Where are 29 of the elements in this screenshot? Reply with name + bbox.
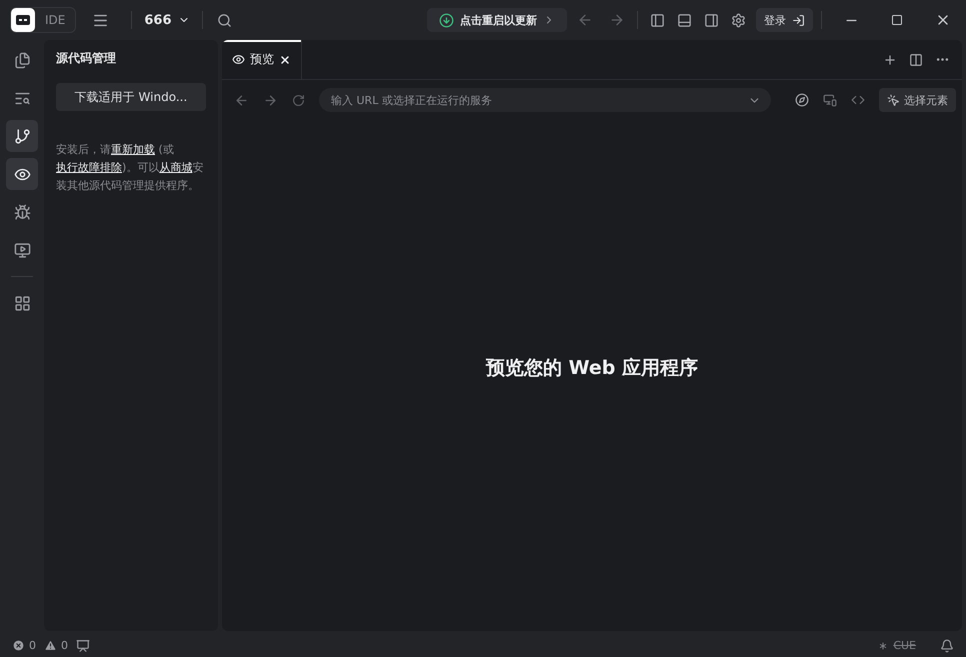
text-link[interactable]: 从商城 xyxy=(159,161,192,174)
error-count: 0 xyxy=(29,639,36,652)
error-icon[interactable] xyxy=(12,639,25,652)
logo-label: IDE xyxy=(45,13,66,27)
branch-icon[interactable] xyxy=(6,120,38,152)
warning-icon[interactable] xyxy=(44,639,57,652)
download-icon xyxy=(439,12,454,28)
close-icon[interactable] xyxy=(279,54,291,66)
url-field[interactable]: 输入 URL 或选择正在运行的服务 xyxy=(319,88,771,112)
eye-icon xyxy=(232,53,245,66)
pointer-icon xyxy=(887,94,900,106)
download-button[interactable]: 下载适用于 Windo... xyxy=(56,83,206,111)
panel-title: 源代码管理 xyxy=(56,50,117,67)
text-link[interactable]: 执行故障排除 xyxy=(56,161,122,174)
eye-icon[interactable] xyxy=(6,158,38,190)
install-hint: 安装后，请重新加载 (或 执行故障排除)。可以从商城安装其他源代码管理提供程序。 xyxy=(56,142,204,194)
select-element-button[interactable]: 选择元素 xyxy=(879,88,956,112)
bell-icon[interactable] xyxy=(940,638,954,652)
editor-tab[interactable]: 预览 xyxy=(222,40,302,79)
preview-message: 预览您的 Web 应用程序 xyxy=(486,356,698,380)
maximize-icon[interactable] xyxy=(891,14,903,26)
status-label: CUE xyxy=(893,639,916,652)
text-link[interactable]: 重新加载 xyxy=(111,143,155,156)
update-button[interactable]: 点击重启以更新 xyxy=(427,8,567,32)
board-icon[interactable] xyxy=(76,638,90,652)
project-selector[interactable]: 666 xyxy=(138,12,196,28)
warning-count: 0 xyxy=(61,639,68,652)
login-button[interactable]: 登录 xyxy=(756,8,813,32)
login-icon xyxy=(792,14,805,26)
